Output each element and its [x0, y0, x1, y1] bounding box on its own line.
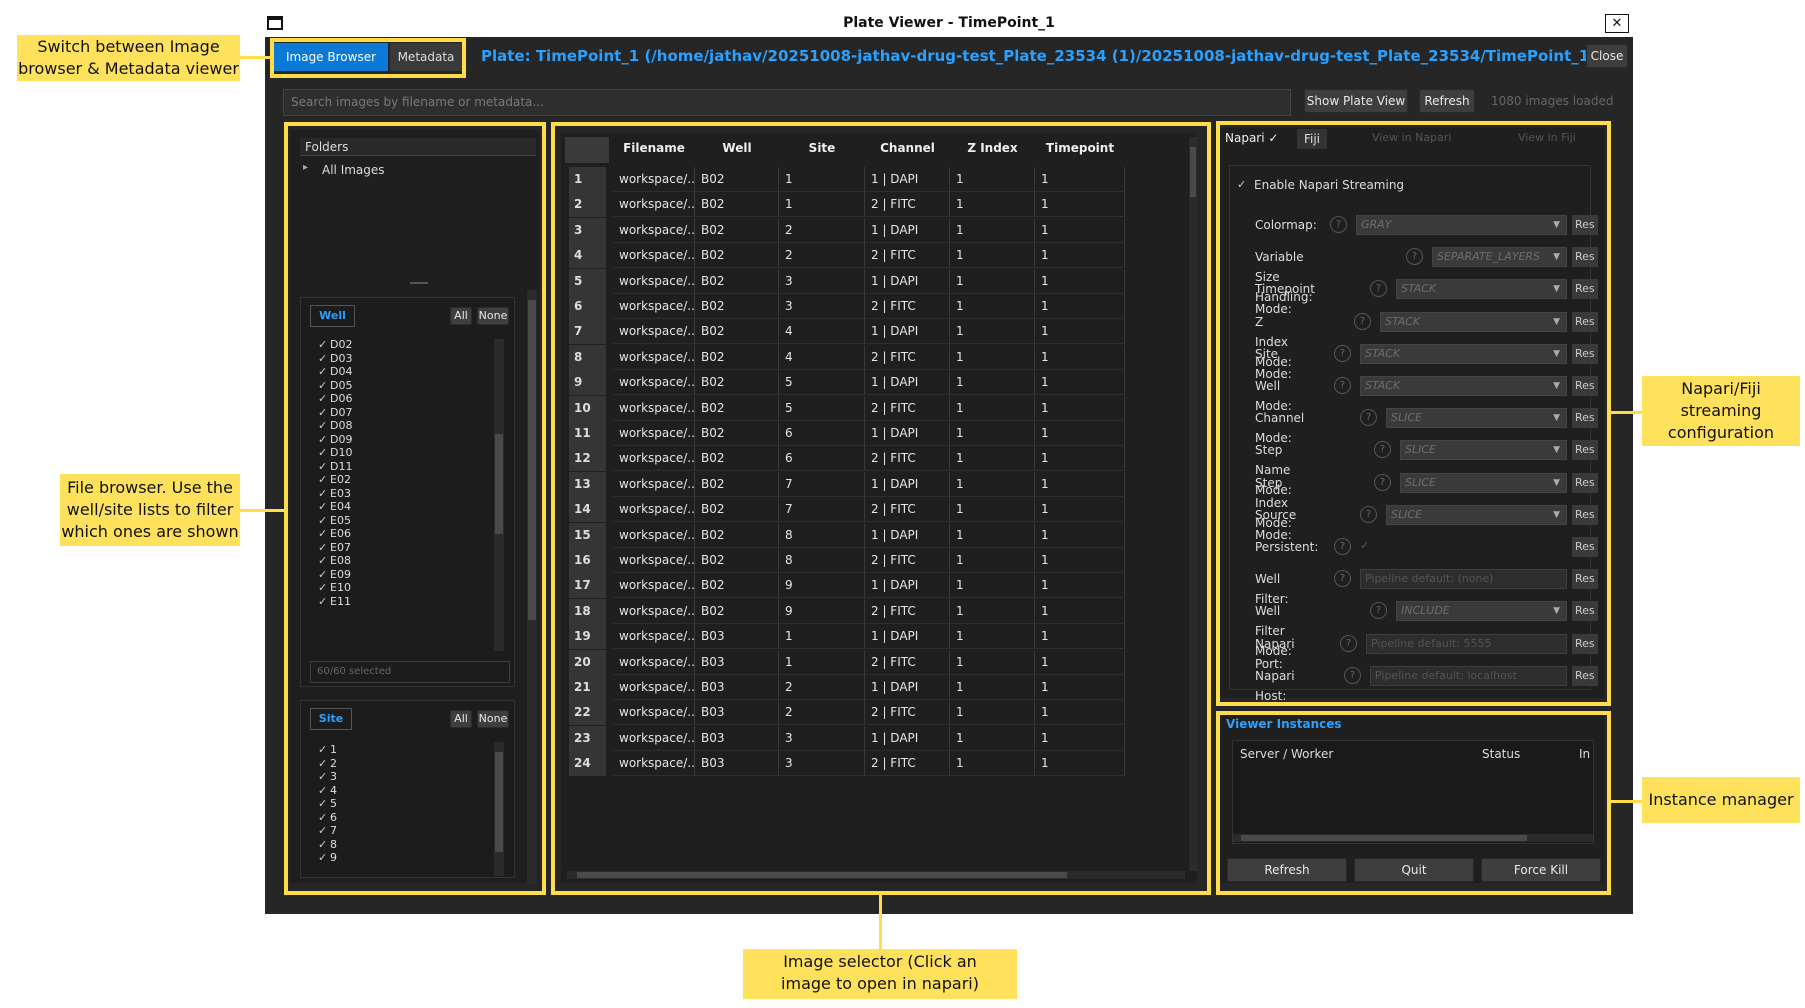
window-close-icon[interactable]: ✕: [1605, 14, 1629, 33]
callout-file-browser: File browser. Use the well/site lists to…: [60, 474, 240, 546]
images-loaded-status: 1080 images loaded: [1491, 94, 1614, 108]
window-titlebar: Plate Viewer - TimePoint_1 ✕: [265, 8, 1633, 38]
refresh-button[interactable]: Refresh: [1419, 89, 1475, 113]
connector-file-browser: [240, 509, 286, 512]
connector-switch: [240, 56, 272, 59]
highlight-napari-config: [1216, 121, 1611, 706]
callout-instance-manager: Instance manager: [1642, 777, 1800, 823]
callout-napari-config: Napari/Fiji streaming configuration: [1642, 376, 1800, 446]
highlight-file-browser: [284, 122, 546, 895]
callout-image-selector: Image selector (Click an image to open i…: [743, 949, 1017, 999]
search-input[interactable]: Search images by filename or metadata...: [283, 89, 1291, 116]
connector-image-selector: [879, 895, 882, 949]
close-button[interactable]: Close: [1586, 44, 1628, 68]
window-title: Plate Viewer - TimePoint_1: [843, 15, 1055, 31]
highlight-tabs: [270, 38, 466, 78]
connector-instances: [1611, 800, 1642, 803]
connector-napari: [1611, 411, 1642, 414]
callout-switch: Switch between Image browser & Metadata …: [17, 35, 240, 81]
highlight-instances: [1216, 711, 1611, 895]
highlight-image-selector: [551, 122, 1211, 895]
plate-title: Plate: TimePoint_1 (/home/jathav/2025100…: [481, 47, 1597, 65]
show-plate-view-button[interactable]: Show Plate View: [1304, 89, 1408, 113]
